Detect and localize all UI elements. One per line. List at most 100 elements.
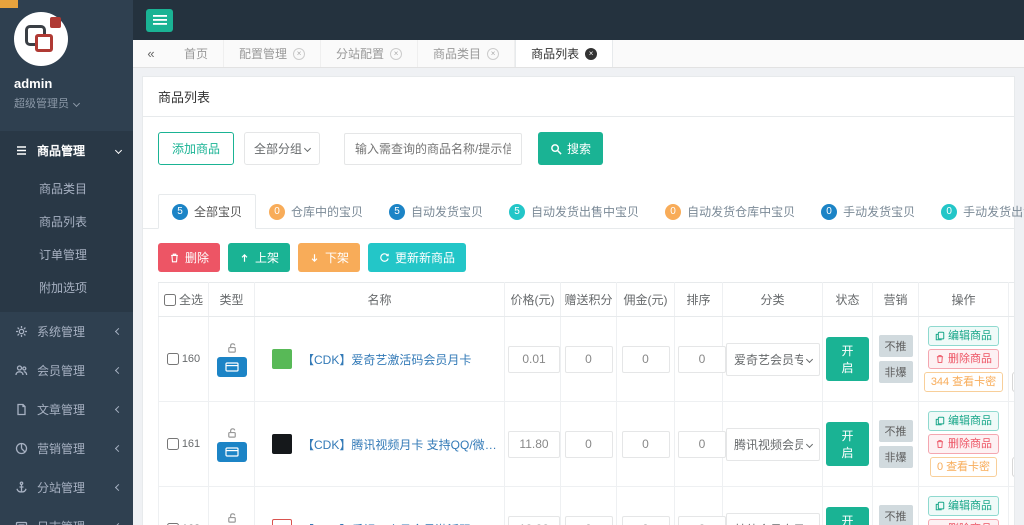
tab-config-management[interactable]: 配置管理 ×	[224, 40, 321, 67]
cards-count: 344	[931, 375, 949, 389]
tab-substation-config[interactable]: 分站配置 ×	[321, 40, 418, 67]
app-window: admin 超级管理员 商品管理 商品类目 商品列表 订单管理 附加选项	[0, 0, 1024, 525]
not-recommended-badge[interactable]: 不推	[879, 505, 913, 525]
tab-home[interactable]: 首页	[169, 40, 224, 67]
sub-site-button[interactable]: 0未上架子站	[1012, 372, 1014, 392]
close-tab-icon[interactable]: ×	[293, 48, 305, 60]
sub-site-button[interactable]: 0未上架子站	[1012, 457, 1014, 477]
sidebar-item-product-management[interactable]: 商品管理	[0, 131, 133, 170]
card-type-button[interactable]	[217, 442, 247, 462]
sort-input[interactable]	[678, 516, 726, 525]
chevron-down-icon	[806, 355, 813, 362]
delete-product-button[interactable]: 删除商品	[928, 519, 999, 525]
sidebar-item-member-management[interactable]: 会员管理	[0, 351, 133, 390]
delete-product-button[interactable]: 删除商品	[928, 349, 999, 369]
sort-input[interactable]	[678, 431, 726, 458]
sidebar-item-substation-management[interactable]: 分站管理	[0, 468, 133, 507]
user-panel: admin 超级管理员	[0, 0, 133, 121]
close-tab-icon[interactable]: ×	[585, 48, 597, 60]
category-select[interactable]: 其他会员专区	[726, 513, 820, 525]
filter-tab-auto-ship-selling[interactable]: 5 自动发货出售中宝贝	[496, 194, 652, 229]
group-filter-select[interactable]: 全部分组	[244, 132, 320, 165]
sidebar-item-system-management[interactable]: 系统管理	[0, 312, 133, 351]
price-input[interactable]	[508, 431, 560, 458]
search-input[interactable]	[344, 133, 522, 165]
commission-input[interactable]	[622, 431, 670, 458]
sort-input[interactable]	[678, 346, 726, 373]
view-cards-button[interactable]: 0查看卡密	[930, 457, 997, 477]
bulk-off-shelf-button[interactable]: 下架	[298, 243, 360, 272]
sidebar-toggle-button[interactable]	[146, 9, 173, 32]
pie-chart-icon	[15, 442, 28, 455]
not-hot-badge[interactable]: 非爆	[879, 446, 913, 468]
count-badge: 0	[821, 204, 837, 220]
product-thumbnail	[272, 434, 292, 454]
edit-product-button[interactable]: 编辑商品	[928, 326, 999, 346]
price-input[interactable]	[508, 346, 560, 373]
product-name-link[interactable]: 【CDK】腾讯视频月卡 支持QQ/微信 官方卡	[302, 436, 501, 453]
category-select[interactable]: 爱奇艺会员专区	[726, 343, 820, 376]
price-input[interactable]	[508, 516, 560, 525]
not-recommended-badge[interactable]: 不推	[879, 420, 913, 442]
app-logo	[14, 12, 68, 66]
view-cards-button[interactable]: 344查看卡密	[924, 372, 1003, 392]
bulk-delete-button[interactable]: 删除	[158, 243, 220, 272]
sidebar-item-article-management[interactable]: 文章管理	[0, 390, 133, 429]
filter-tab-auto-ship-warehouse[interactable]: 0 自动发货仓库中宝贝	[652, 194, 808, 229]
product-name-link[interactable]: 【CDK】乐视一个月会员激活码	[302, 521, 471, 525]
points-input[interactable]	[565, 346, 613, 373]
status-button[interactable]: 开启	[826, 422, 869, 466]
filter-tab-manual-ship[interactable]: 0 手动发货宝贝	[808, 194, 928, 229]
product-name-link[interactable]: 【CDK】爱奇艺激活码会员月卡	[302, 351, 471, 368]
tab-product-list[interactable]: 商品列表 ×	[515, 40, 613, 67]
sidebar-item-log-management[interactable]: 日志管理	[0, 507, 133, 525]
add-product-button[interactable]: 添加商品	[158, 132, 234, 165]
tabs-scroll-left-button[interactable]: «	[133, 40, 169, 67]
sidebar-menu: 商品管理 商品类目 商品列表 订单管理 附加选项 系统管理 会员管理	[0, 131, 133, 525]
sidebar-item-product-list[interactable]: 商品列表	[0, 205, 133, 238]
bulk-update-products-button[interactable]: 更新新商品	[368, 243, 466, 272]
not-hot-badge[interactable]: 非爆	[879, 361, 913, 383]
close-tab-icon[interactable]: ×	[487, 48, 499, 60]
category-select[interactable]: 腾讯视频会员专区	[726, 428, 820, 461]
row-checkbox[interactable]	[167, 438, 179, 450]
filter-tab-all[interactable]: 5 全部宝贝	[158, 194, 256, 229]
user-role-dropdown[interactable]: 超级管理员	[14, 95, 133, 111]
unlock-icon[interactable]	[226, 342, 238, 354]
commission-input[interactable]	[622, 346, 670, 373]
search-button[interactable]: 搜索	[538, 132, 603, 165]
credit-card-icon	[225, 362, 239, 372]
sidebar-item-marketing-management[interactable]: 营销管理	[0, 429, 133, 468]
points-input[interactable]	[565, 516, 613, 525]
table-row: 161 【CDK】腾讯视频月卡 支持QQ/微信 官方卡	[159, 402, 1015, 487]
not-recommended-badge[interactable]: 不推	[879, 335, 913, 357]
commission-input[interactable]	[622, 516, 670, 525]
arrow-up-icon	[239, 252, 250, 264]
unlock-icon[interactable]	[226, 512, 238, 524]
edit-product-button[interactable]: 编辑商品	[928, 496, 999, 516]
sidebar-item-extra-options[interactable]: 附加选项	[0, 271, 133, 304]
status-button[interactable]: 开启	[826, 507, 869, 525]
corner-accent	[0, 0, 18, 8]
edit-product-button[interactable]: 编辑商品	[928, 411, 999, 431]
unlock-icon[interactable]	[226, 427, 238, 439]
row-checkbox[interactable]	[167, 353, 179, 365]
filter-tab-in-stock[interactable]: 0 仓库中的宝贝	[256, 194, 376, 229]
close-tab-icon[interactable]: ×	[390, 48, 402, 60]
filter-tab-auto-ship[interactable]: 5 自动发货宝贝	[376, 194, 496, 229]
filter-tab-manual-ship-selling[interactable]: 0 手动发货出售中宝贝	[928, 194, 1024, 229]
sidebar-group-products: 商品管理 商品类目 商品列表 订单管理 附加选项	[0, 131, 133, 312]
card-type-button[interactable]	[217, 357, 247, 377]
sidebar-item-order-management[interactable]: 订单管理	[0, 238, 133, 271]
delete-product-button[interactable]: 删除商品	[928, 434, 999, 454]
status-button[interactable]: 开启	[826, 337, 869, 381]
copy-icon	[935, 501, 945, 511]
select-all-checkbox[interactable]	[164, 294, 176, 306]
trash-icon	[935, 354, 945, 364]
sidebar-item-product-categories[interactable]: 商品类目	[0, 172, 133, 205]
tab-product-categories[interactable]: 商品类目 ×	[418, 40, 515, 67]
points-input[interactable]	[565, 431, 613, 458]
product-id: 160	[182, 353, 200, 365]
chevron-left-icon	[115, 406, 122, 413]
bulk-on-shelf-button[interactable]: 上架	[228, 243, 290, 272]
